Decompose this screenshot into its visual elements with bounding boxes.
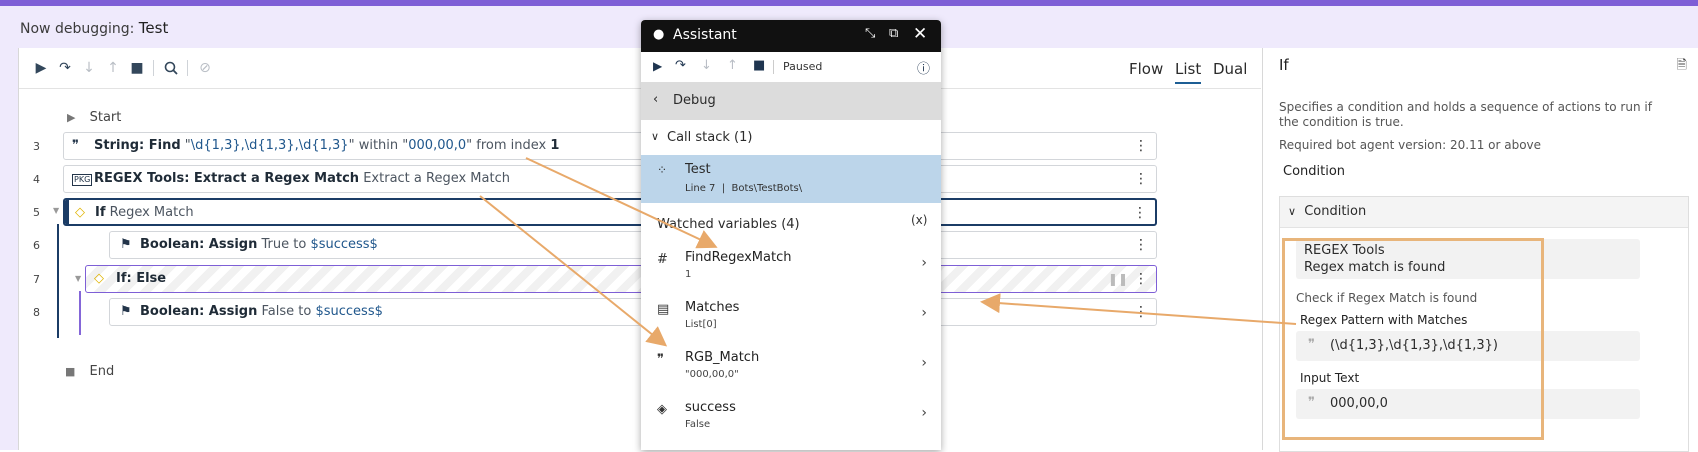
annotation-arrow — [525, 157, 718, 249]
annotation-arrow — [980, 293, 1297, 325]
annotation-arrows — [479, 157, 1297, 347]
annotation-arrow — [479, 195, 668, 347]
